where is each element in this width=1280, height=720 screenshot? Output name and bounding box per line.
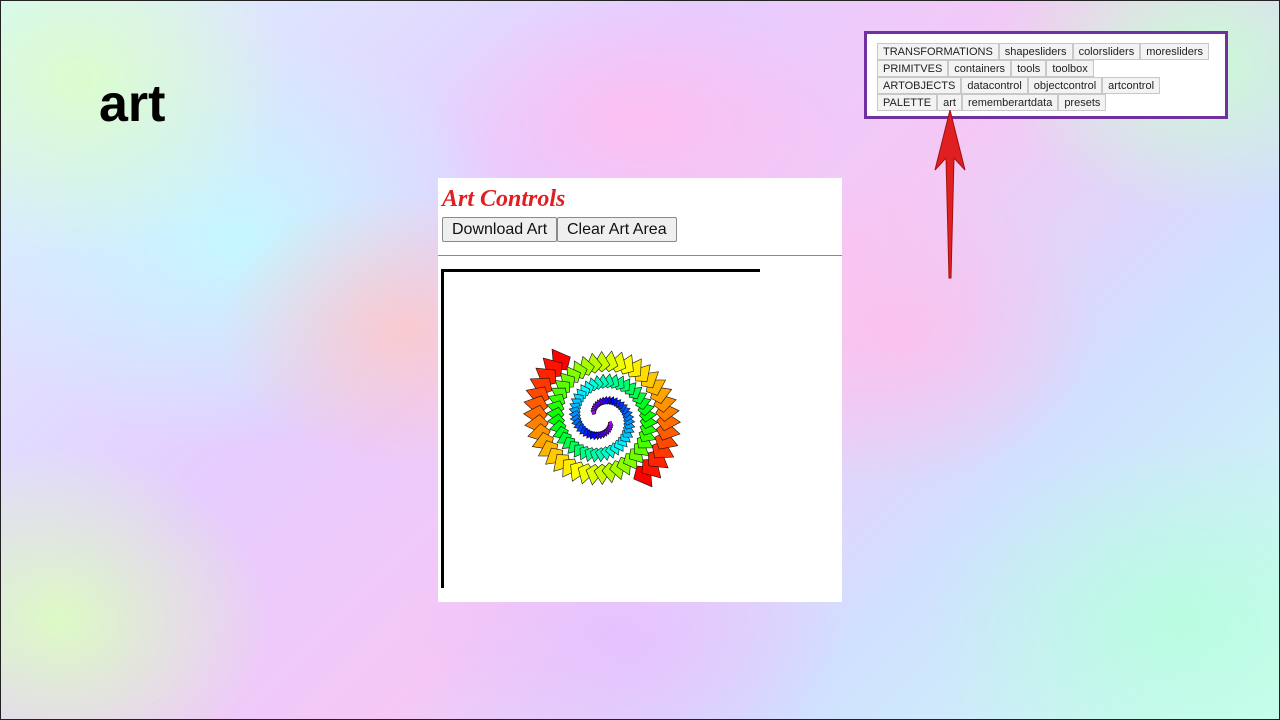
page-heading: art: [99, 75, 166, 133]
download-art-button[interactable]: Download Art: [442, 217, 558, 242]
nav-row-2: PRIMITVES containers tools toolbox: [877, 60, 1094, 77]
nav-objectcontrol-button[interactable]: objectcontrol: [1027, 77, 1103, 94]
nav-presets-button[interactable]: presets: [1058, 94, 1107, 111]
nav-artcontrol-button[interactable]: artcontrol: [1102, 77, 1161, 94]
clear-art-area-button[interactable]: Clear Art Area: [557, 217, 677, 242]
nav-shapesliders-button[interactable]: shapesliders: [998, 43, 1073, 60]
nav-rememberartdata-button[interactable]: rememberartdata: [961, 94, 1059, 111]
nav-row-3: ARTOBJECTS datacontrol objectcontrol art…: [877, 77, 1161, 94]
nav-datacontrol-button[interactable]: datacontrol: [961, 77, 1028, 94]
nav-moresliders-button[interactable]: moresliders: [1140, 43, 1210, 60]
red-arrow-up-icon: [934, 110, 966, 279]
spiral-petal: [607, 421, 614, 426]
nav-primitves-button[interactable]: PRIMITVES: [877, 60, 949, 77]
nav-transformations-button[interactable]: TRANSFORMATIONS: [877, 43, 999, 60]
nav-toolbox-button[interactable]: toolbox: [1046, 60, 1094, 77]
nav-row-4: PALETTE art rememberartdata presets: [877, 94, 1107, 111]
nav-containers-button[interactable]: containers: [948, 60, 1012, 77]
art-controls-title: Art Controls: [442, 186, 566, 212]
nav-colorsliders-button[interactable]: colorsliders: [1072, 43, 1141, 60]
spiral-petal: [590, 410, 597, 415]
divider: [438, 255, 842, 256]
nav-tools-button[interactable]: tools: [1011, 60, 1047, 77]
art-area-canvas[interactable]: [441, 269, 760, 588]
art-controls-panel: Art Controls Download Art Clear Art Area: [438, 178, 842, 602]
nav-art-button[interactable]: art: [937, 94, 962, 111]
rainbow-spiral-artwork: [523, 348, 681, 488]
nav-row-1: TRANSFORMATIONS shapesliders colorslider…: [877, 43, 1210, 60]
nav-palette-button[interactable]: PALETTE: [877, 94, 938, 111]
nav-artobjects-button[interactable]: ARTOBJECTS: [877, 77, 962, 94]
nav-panel: TRANSFORMATIONS shapesliders colorslider…: [864, 31, 1228, 119]
